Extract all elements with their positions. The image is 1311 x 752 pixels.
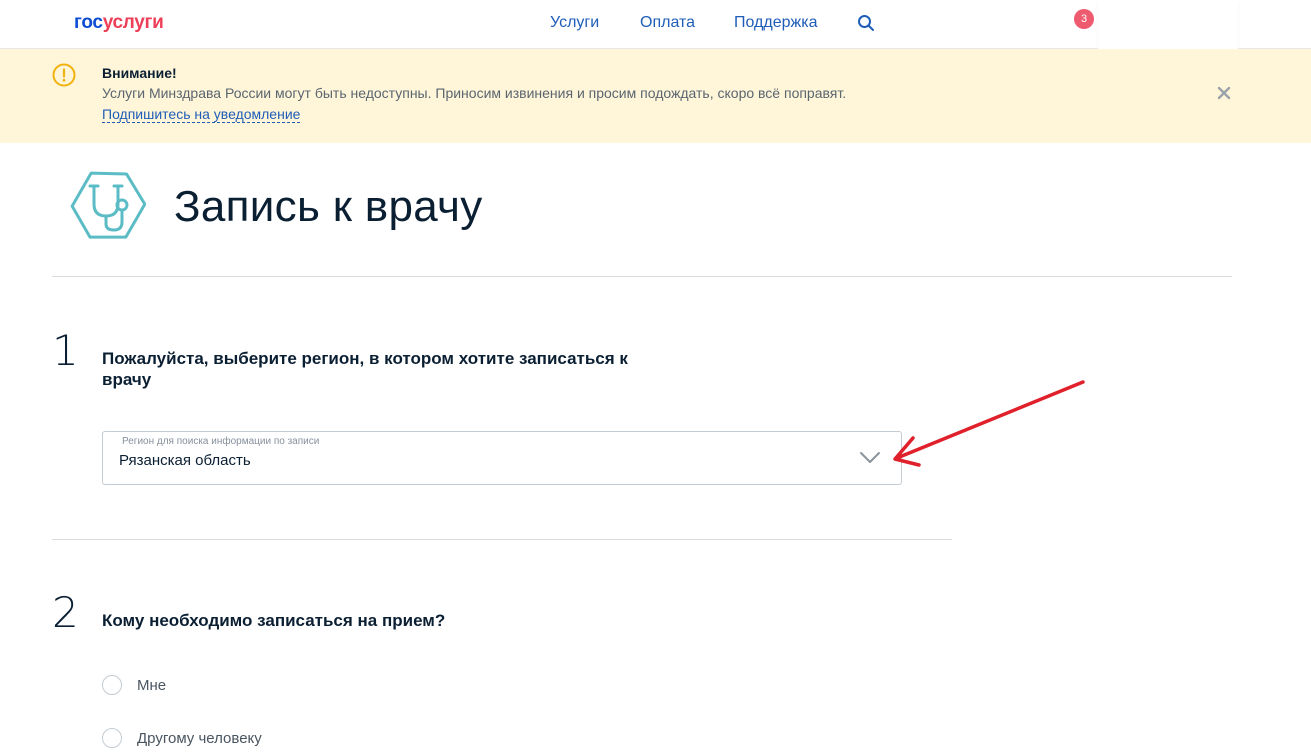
annotation-arrow	[893, 380, 1085, 467]
radio-label: Мне	[137, 677, 167, 694]
stethoscope-icon	[70, 171, 146, 239]
step-divider	[52, 539, 952, 540]
radio-circle[interactable]	[102, 675, 122, 695]
radio-circle[interactable]	[102, 728, 122, 748]
alert-text: Услуги Минздрава России могут быть недос…	[102, 85, 847, 101]
notification-badge[interactable]: 3	[1074, 9, 1094, 29]
warning-icon	[52, 63, 76, 87]
region-select-label: Регион для поиска информации по записи	[122, 436, 320, 447]
step-2-question: Кому необходимо записаться на прием?	[102, 611, 446, 630]
step-1-question: Пожалуйста, выберите регион, в котором х…	[102, 349, 628, 389]
nav-support[interactable]: Поддержка	[734, 14, 817, 32]
subscribe-link[interactable]: Подпишитесь на уведомление	[102, 106, 301, 123]
nav-payment[interactable]: Оплата	[640, 14, 695, 32]
chevron-down-icon[interactable]	[859, 451, 881, 465]
title-divider	[52, 276, 1232, 277]
close-icon[interactable]	[1216, 85, 1232, 101]
radio-label: Другому человеку	[137, 730, 262, 747]
step-2-number: 2	[52, 588, 79, 637]
search-icon[interactable]	[857, 14, 875, 32]
region-select-value: Рязанская область	[119, 452, 251, 469]
top-header: госуслуги Услуги Оплата Поддержка 3	[0, 0, 1311, 50]
gosuslugi-logo[interactable]: госуслуги	[74, 12, 164, 34]
region-select[interactable]: Регион для поиска информации по записи Р…	[102, 431, 902, 485]
user-panel[interactable]	[1098, 0, 1238, 50]
page-title: Запись к врачу	[174, 182, 483, 231]
alert-title: Внимание!	[102, 65, 177, 81]
step-1-number: 1	[52, 326, 79, 375]
warning-banner: Внимание! Услуги Минздрава России могут …	[0, 49, 1311, 143]
logo-part-uslugi: услуги	[102, 12, 164, 33]
logo-part-gos: гос	[74, 12, 103, 33]
nav-services[interactable]: Услуги	[550, 14, 599, 32]
page: госуслуги Услуги Оплата Поддержка 3 Вним…	[0, 0, 1311, 752]
